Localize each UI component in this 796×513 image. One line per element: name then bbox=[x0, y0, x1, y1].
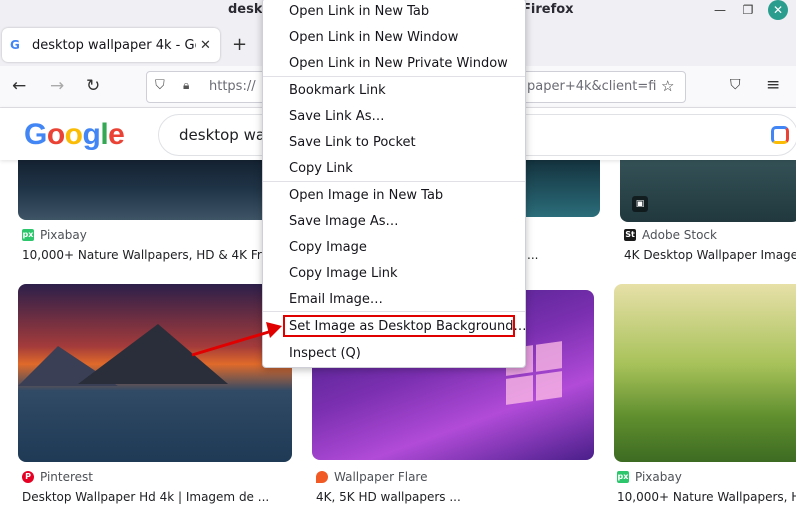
forward-icon[interactable]: → bbox=[50, 76, 64, 96]
menu-item-open-link-private-window[interactable]: Open Link in New Private Window bbox=[289, 56, 508, 71]
menu-icon[interactable]: ≡ bbox=[766, 75, 780, 95]
result-caption[interactable]: 4K, 5K HD wallpapers ... bbox=[316, 490, 586, 504]
source-label: Pixabay bbox=[40, 228, 87, 242]
menu-separator bbox=[263, 76, 525, 77]
result-source[interactable]: Wallpaper Flare bbox=[316, 470, 427, 484]
adobe-stock-icon: St bbox=[624, 229, 636, 241]
highlight-box bbox=[283, 315, 515, 337]
menu-separator bbox=[263, 311, 525, 312]
image-badge-icon: ▣ bbox=[632, 196, 648, 212]
url-text-left: https:// bbox=[209, 79, 256, 94]
result-caption[interactable]: Desktop Wallpaper Hd 4k | Imagem de ... bbox=[22, 490, 282, 504]
menu-item-inspect[interactable]: Inspect (Q) bbox=[289, 346, 361, 361]
result-caption[interactable]: 10,000+ Nature Wallpapers, HD & bbox=[617, 490, 796, 504]
menu-item-copy-link[interactable]: Copy Link bbox=[289, 161, 353, 176]
menu-item-save-image-as[interactable]: Save Image As… bbox=[289, 214, 399, 229]
menu-item-open-link-new-window[interactable]: Open Link in New Window bbox=[289, 30, 458, 45]
menu-item-save-link-as[interactable]: Save Link As… bbox=[289, 109, 384, 124]
window-title-right: Firefox bbox=[522, 2, 574, 17]
wallpaper-flare-icon bbox=[316, 471, 328, 483]
result-source[interactable]: px Pixabay bbox=[617, 470, 682, 484]
url-text-right: paper+4k&client=fire bbox=[527, 79, 657, 94]
maximize-icon[interactable]: ❐ bbox=[736, 0, 760, 20]
result-image-thumbnail[interactable] bbox=[18, 284, 292, 462]
close-window-icon[interactable]: ✕ bbox=[768, 0, 788, 20]
menu-item-open-image-new-tab[interactable]: Open Image in New Tab bbox=[289, 188, 443, 203]
result-source[interactable]: St Adobe Stock bbox=[624, 228, 717, 242]
result-source[interactable]: px Pixabay bbox=[22, 228, 87, 242]
menu-item-save-link-to-pocket[interactable]: Save Link to Pocket bbox=[289, 135, 416, 150]
search-input[interactable]: desktop wall bbox=[179, 126, 273, 144]
result-caption[interactable]: 10,000+ Nature Wallpapers, HD & 4K Free … bbox=[22, 248, 278, 262]
minimize-icon[interactable]: — bbox=[708, 0, 732, 20]
context-menu: Open Link in New Tab Open Link in New Wi… bbox=[262, 0, 527, 368]
new-tab-button[interactable]: + bbox=[232, 34, 247, 55]
menu-item-bookmark-link[interactable]: Bookmark Link bbox=[289, 83, 386, 98]
lock-icon[interactable]: 🔒︎ bbox=[183, 78, 189, 93]
shield-icon[interactable]: ⛉ bbox=[155, 78, 165, 93]
menu-item-copy-image-link[interactable]: Copy Image Link bbox=[289, 266, 398, 281]
pocket-icon[interactable]: ⛉ bbox=[730, 77, 741, 93]
menu-item-open-link-new-tab[interactable]: Open Link in New Tab bbox=[289, 4, 429, 19]
pixabay-icon: px bbox=[22, 229, 34, 241]
result-source[interactable]: P Pinterest bbox=[22, 470, 93, 484]
result-image-thumbnail[interactable]: ▣ bbox=[620, 160, 796, 222]
google-lens-icon[interactable] bbox=[771, 126, 789, 144]
menu-item-copy-image[interactable]: Copy Image bbox=[289, 240, 367, 255]
pinterest-icon: P bbox=[22, 471, 34, 483]
back-icon[interactable]: ← bbox=[12, 76, 26, 96]
source-label: Adobe Stock bbox=[642, 228, 717, 242]
result-image-thumbnail[interactable] bbox=[614, 284, 796, 462]
menu-item-email-image[interactable]: Email Image… bbox=[289, 292, 383, 307]
pixabay-icon: px bbox=[617, 471, 629, 483]
reload-icon[interactable]: ↻ bbox=[86, 76, 100, 96]
tab-google-search[interactable]: G desktop wallpaper 4k - Goo ✕ bbox=[2, 28, 220, 62]
google-favicon-icon: G bbox=[10, 38, 20, 52]
source-label: Wallpaper Flare bbox=[334, 470, 428, 484]
menu-separator bbox=[263, 181, 525, 182]
result-caption[interactable]: ... bbox=[527, 248, 557, 262]
source-label: Pinterest bbox=[40, 470, 94, 484]
mountain-shape bbox=[78, 324, 228, 384]
google-logo[interactable]: Google bbox=[24, 118, 125, 152]
firefox-window: deskt Firefox — ❐ ✕ G desktop wallpaper … bbox=[0, 0, 796, 513]
result-caption[interactable]: 4K Desktop Wallpaper Images - bbox=[624, 248, 796, 262]
source-label: Pixabay bbox=[635, 470, 682, 484]
result-image-thumbnail[interactable] bbox=[18, 160, 292, 220]
tab-close-icon[interactable]: ✕ bbox=[200, 38, 211, 53]
star-icon[interactable]: ☆ bbox=[661, 77, 674, 95]
tab-label: desktop wallpaper 4k - Goo bbox=[32, 37, 196, 53]
